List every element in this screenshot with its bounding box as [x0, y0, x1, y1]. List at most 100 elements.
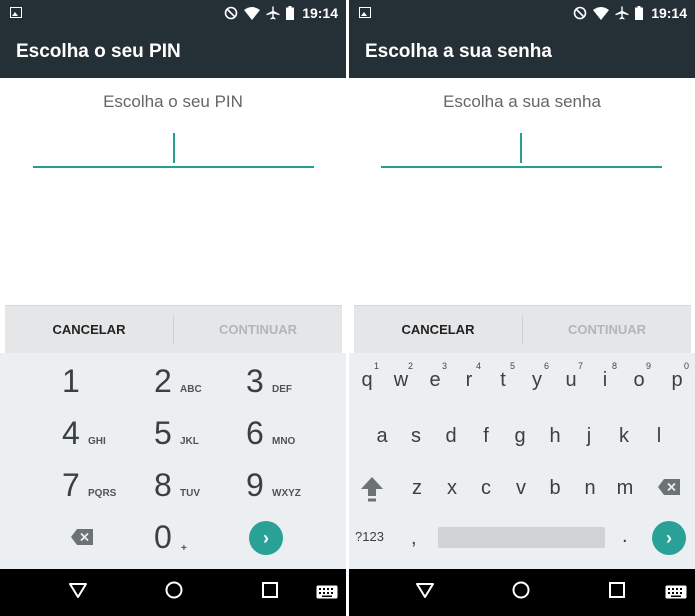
keyboard-icon[interactable] [665, 585, 687, 599]
recents-icon[interactable] [607, 580, 627, 600]
key-letters: WXYZ [272, 488, 301, 499]
key-o[interactable]: o9 [623, 361, 655, 405]
key-letter: c [481, 477, 491, 499]
key-hint: 5 [509, 361, 515, 371]
cancel-button[interactable]: CANCELAR [5, 306, 173, 353]
key-letter: l [656, 425, 662, 447]
key-g[interactable]: g [504, 417, 536, 461]
key-letter: r [465, 369, 473, 391]
password-input[interactable] [381, 128, 662, 168]
key-c[interactable]: c [470, 469, 502, 513]
battery-icon [286, 6, 295, 20]
key-hint: 7 [577, 361, 583, 371]
password-screen: 19:14 Escolha a sua senha Escolha a sua … [349, 0, 695, 616]
action-bar: CANCELAR CONTINUAR [354, 305, 691, 354]
airplane-icon [615, 6, 629, 20]
do-not-disturb-icon [224, 6, 238, 20]
key-u[interactable]: u7 [555, 361, 587, 405]
pin-screen: 19:14 Escolha o seu PIN Escolha o seu PI… [0, 0, 346, 616]
backspace-icon[interactable] [657, 478, 681, 496]
key-letters: PQRS [88, 488, 117, 499]
key-letter: w [393, 369, 409, 391]
continue-button[interactable]: CONTINUAR [523, 306, 691, 353]
key-hint: 4 [475, 361, 481, 371]
key-9[interactable]: 9 WXYZ [246, 467, 336, 517]
shift-icon[interactable] [360, 476, 384, 502]
home-icon[interactable] [164, 580, 184, 600]
comma-key[interactable]: , [411, 527, 417, 550]
image-icon [359, 7, 371, 18]
keyboard-icon[interactable] [316, 585, 338, 599]
key-0[interactable]: 0 + [154, 519, 244, 569]
key-r[interactable]: r4 [453, 361, 485, 405]
key-n[interactable]: n [574, 469, 606, 513]
key-letters: ABC [180, 384, 202, 395]
key-w[interactable]: w2 [385, 361, 417, 405]
continue-button[interactable]: CONTINUAR [174, 306, 342, 353]
key-3[interactable]: 3 DEF [246, 363, 336, 413]
key-h[interactable]: h [539, 417, 571, 461]
symbols-key[interactable]: ?123 [355, 529, 384, 544]
input-underline [33, 166, 314, 168]
key-digit: 5 [154, 415, 172, 451]
key-8[interactable]: 8 TUV [154, 467, 244, 517]
status-time: 19:14 [651, 5, 687, 21]
key-p[interactable]: p0 [661, 361, 693, 405]
key-4[interactable]: 4 GHI [62, 415, 152, 465]
key-letter: z [412, 477, 422, 499]
key-i[interactable]: i8 [589, 361, 621, 405]
key-t[interactable]: t5 [487, 361, 519, 405]
key-z[interactable]: z [401, 469, 433, 513]
recents-icon[interactable] [260, 580, 280, 600]
space-bar[interactable] [438, 527, 605, 548]
enter-button[interactable]: › [249, 521, 283, 555]
key-a[interactable]: a [366, 417, 398, 461]
enter-button[interactable]: › [652, 521, 686, 555]
key-digit: 3 [246, 363, 264, 399]
key-letter: b [549, 477, 561, 499]
backspace-icon[interactable] [70, 528, 94, 546]
key-y[interactable]: y6 [521, 361, 553, 405]
key-b[interactable]: b [539, 469, 571, 513]
key-letter: u [565, 369, 577, 391]
key-letter: o [633, 369, 645, 391]
key-k[interactable]: k [608, 417, 640, 461]
key-l[interactable]: l [643, 417, 675, 461]
key-d[interactable]: d [435, 417, 467, 461]
key-x[interactable]: x [436, 469, 468, 513]
wifi-icon [593, 6, 610, 20]
back-icon[interactable] [415, 580, 435, 600]
key-e[interactable]: e3 [419, 361, 451, 405]
key-7[interactable]: 7 PQRS [62, 467, 152, 517]
pin-input[interactable] [33, 128, 314, 168]
key-q[interactable]: q1 [351, 361, 383, 405]
key-hint: 6 [543, 361, 549, 371]
key-letter: k [619, 425, 629, 447]
key-letter: g [514, 425, 526, 447]
key-1[interactable]: 1 [62, 363, 152, 413]
key-v[interactable]: v [505, 469, 537, 513]
key-letter: i [602, 369, 608, 391]
key-letters: + [181, 543, 187, 554]
home-icon[interactable] [511, 580, 531, 600]
key-j[interactable]: j [573, 417, 605, 461]
cancel-button[interactable]: CANCELAR [354, 306, 522, 353]
key-f[interactable]: f [470, 417, 502, 461]
key-5[interactable]: 5 JKL [154, 415, 244, 465]
key-letters: DEF [272, 384, 292, 395]
navigation-bar [349, 569, 695, 616]
key-letter: n [584, 477, 596, 499]
back-icon[interactable] [68, 580, 88, 600]
app-bar: Escolha o seu PIN [0, 26, 346, 78]
password-prompt: Escolha a sua senha [443, 92, 601, 111]
key-2[interactable]: 2 ABC [154, 363, 244, 413]
key-letter: d [445, 425, 457, 447]
key-digit: 6 [246, 415, 264, 451]
period-key[interactable]: . [622, 525, 628, 548]
app-bar: Escolha a sua senha [349, 26, 695, 78]
key-m[interactable]: m [609, 469, 641, 513]
key-6[interactable]: 6 MNO [246, 415, 336, 465]
key-s[interactable]: s [400, 417, 432, 461]
key-digit: 7 [62, 467, 80, 503]
page-title: Escolha a sua senha [365, 41, 552, 62]
